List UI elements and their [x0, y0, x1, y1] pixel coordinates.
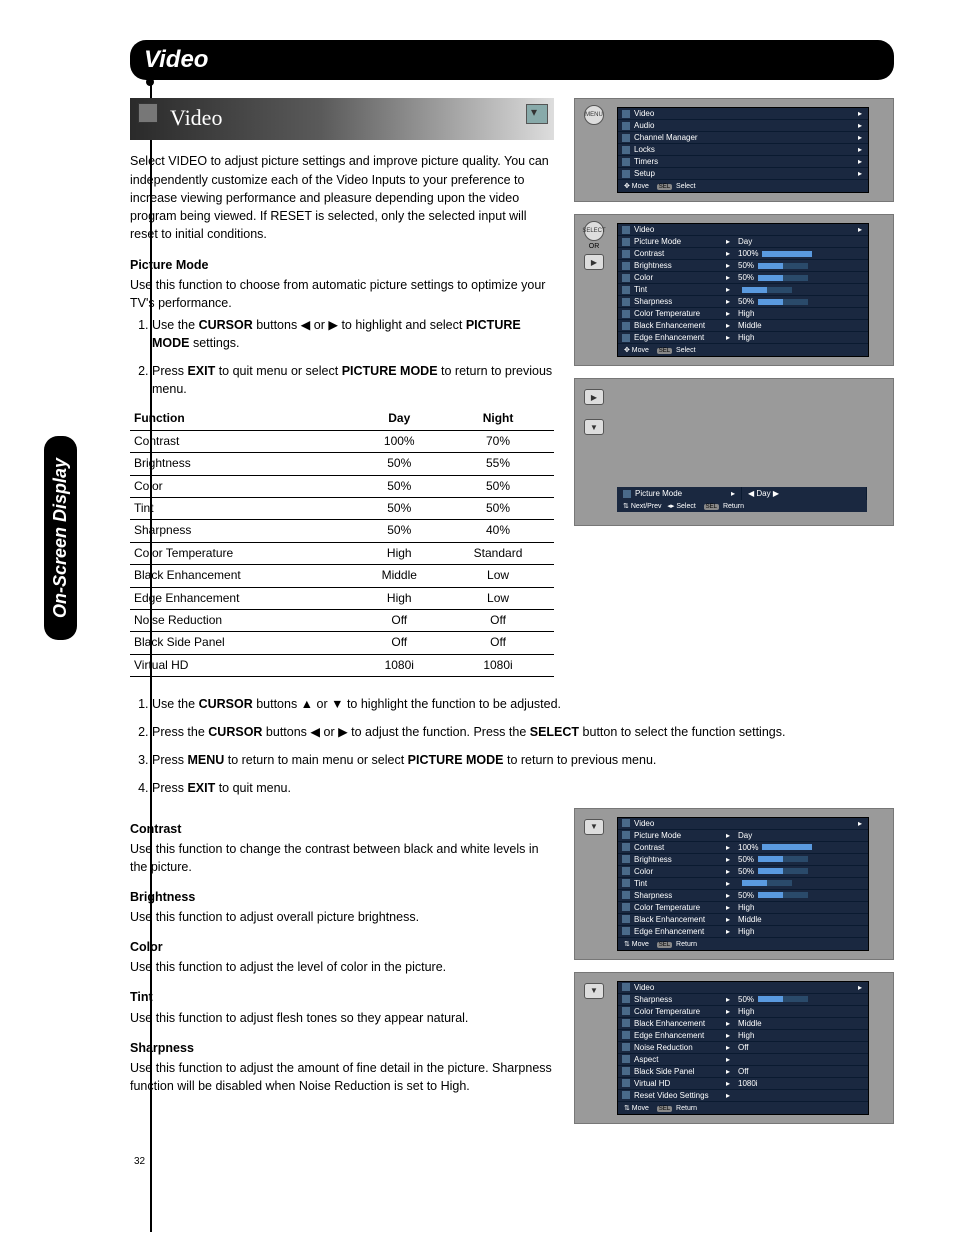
picture-mode-intro: Use this function to choose from automat… [130, 276, 554, 312]
osd-main-menu: MENU Video▸Audio▸Channel Manager▸Locks▸T… [574, 98, 894, 202]
down-arrow-icon: ▼ [584, 819, 604, 835]
pm-label: Picture Mode [635, 489, 682, 498]
th-day: Day [356, 408, 442, 430]
section-header: Video [130, 40, 894, 80]
table-row: Color TemperatureHighStandard [130, 542, 554, 564]
def-body: Use this function to adjust the level of… [130, 958, 554, 976]
pm-step-1: Use the CURSOR buttons ◀ or ▶ to highlig… [152, 316, 554, 352]
down-arrow-icon: ▼ [584, 419, 604, 435]
table-row: Sharpness50%40% [130, 520, 554, 542]
osd-picture-mode: ▶ ▼ Picture Mode▸ ◀ Day ▶ ⇅ Next/Prev ◂▸… [574, 378, 894, 526]
dropdown-icon [526, 104, 548, 124]
adjustment-steps: Use the CURSOR buttons ▲ or ▼ to highlig… [130, 695, 894, 798]
def-heading: Tint [130, 988, 554, 1006]
intro-text: Select VIDEO to adjust picture settings … [130, 152, 554, 243]
def-heading: Brightness [130, 888, 554, 906]
select-button-icon: SELECT [584, 221, 604, 241]
side-tab: On-Screen Display [44, 436, 77, 640]
def-body: Use this function to adjust flesh tones … [130, 1009, 554, 1027]
page-number: 32 [134, 1156, 894, 1167]
def-heading: Color [130, 938, 554, 956]
table-row: Brightness50%55% [130, 453, 554, 475]
table-row: Black Side PanelOffOff [130, 632, 554, 654]
def-body: Use this function to change the contrast… [130, 840, 554, 876]
badge-text: Video [170, 105, 222, 130]
function-table: Function Day Night Contrast100%70%Bright… [130, 408, 554, 677]
menu-button-icon: MENU [584, 105, 604, 125]
table-row: Virtual HD1080i1080i [130, 654, 554, 676]
or-label: OR [577, 243, 611, 250]
osd-video-menu-2: ▼ Video▸Picture Mode▸DayContrast▸100%Bri… [574, 808, 894, 960]
video-badge: Video [130, 98, 554, 140]
table-row: Tint50%50% [130, 497, 554, 519]
table-row: Color50%50% [130, 475, 554, 497]
pm-step-2: Press EXIT to quit menu or select PICTUR… [152, 362, 554, 398]
table-row: Black EnhancementMiddleLow [130, 565, 554, 587]
picture-mode-heading: Picture Mode [130, 256, 554, 274]
def-heading: Contrast [130, 820, 554, 838]
osd-video-menu-3: ▼ Video▸Sharpness▸50%Color Temperature▸H… [574, 972, 894, 1124]
badge-icon [138, 103, 158, 123]
def-body: Use this function to adjust the amount o… [130, 1059, 554, 1095]
def-body: Use this function to adjust overall pict… [130, 908, 554, 926]
th-function: Function [130, 408, 356, 430]
table-row: Edge EnhancementHighLow [130, 587, 554, 609]
pm-value: ◀ Day ▶ [742, 487, 867, 500]
table-row: Contrast100%70% [130, 430, 554, 452]
right-arrow-icon: ▶ [584, 389, 604, 405]
down-arrow-icon: ▼ [584, 983, 604, 999]
table-row: Noise ReductionOffOff [130, 609, 554, 631]
th-night: Night [442, 408, 554, 430]
osd-video-menu: SELECT OR ▶ Video▸Picture Mode▸DayContra… [574, 214, 894, 366]
def-heading: Sharpness [130, 1039, 554, 1057]
right-arrow-icon: ▶ [584, 254, 604, 270]
